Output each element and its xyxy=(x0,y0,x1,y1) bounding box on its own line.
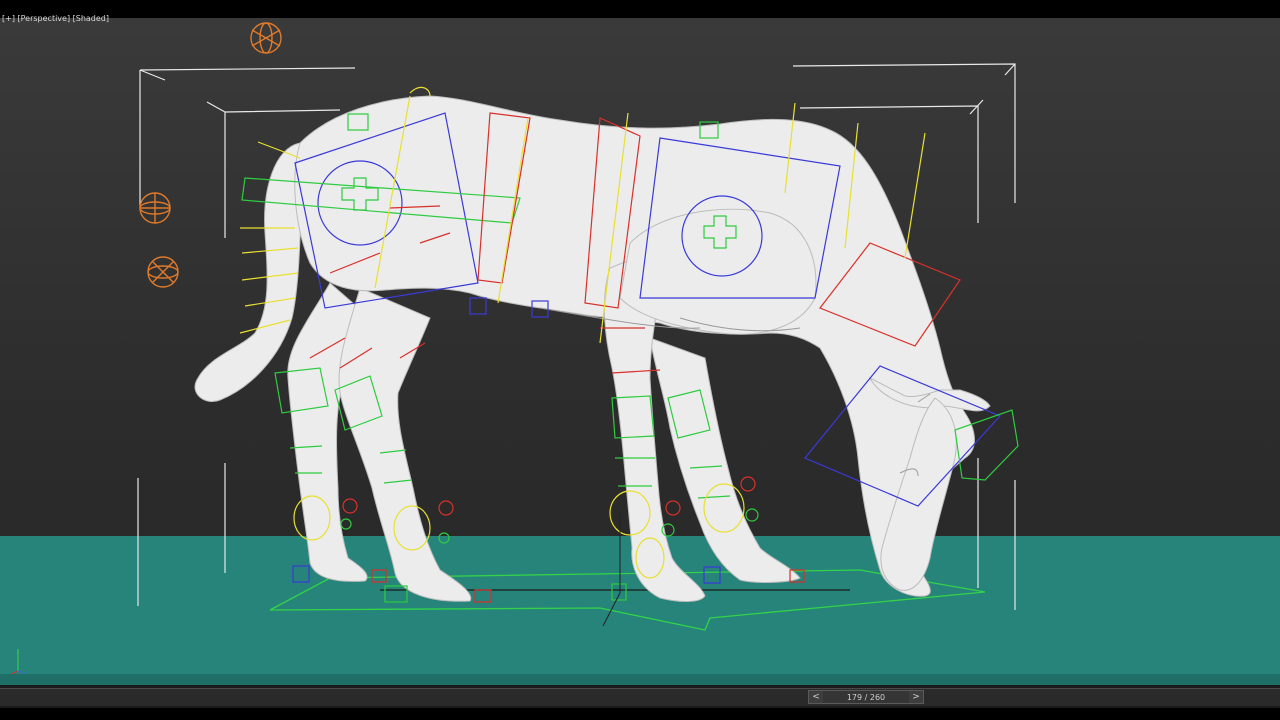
perspective-viewport[interactable] xyxy=(0,18,1280,685)
viewport-general-menu[interactable]: [+] xyxy=(2,14,15,23)
viewport-label: [+] [Perspective] [Shaded] xyxy=(2,13,109,25)
viewport-point-of-view-menu[interactable]: [Perspective] xyxy=(18,14,71,23)
time-slider-bar: < 179 / 260 > xyxy=(0,685,1280,720)
chevron-right-icon[interactable]: > xyxy=(909,691,923,703)
viewport-title-bar xyxy=(0,0,1280,18)
status-strip xyxy=(0,708,1280,720)
time-slider[interactable]: < 179 / 260 > xyxy=(808,690,924,704)
ground-edge xyxy=(0,674,1280,685)
scene-canvas[interactable] xyxy=(0,18,1280,685)
chevron-left-icon[interactable]: < xyxy=(809,691,823,703)
sphere-helper-icon[interactable] xyxy=(147,256,179,288)
axis-tripod-icon xyxy=(10,649,26,675)
sphere-helper-icon[interactable] xyxy=(250,22,282,54)
horse-mesh[interactable] xyxy=(194,95,991,602)
sphere-helper-icon[interactable] xyxy=(139,192,171,224)
viewport-shading-menu[interactable]: [Shaded] xyxy=(73,14,109,23)
frame-counter[interactable]: 179 / 260 xyxy=(823,691,909,703)
timeline-track[interactable] xyxy=(0,688,1280,706)
